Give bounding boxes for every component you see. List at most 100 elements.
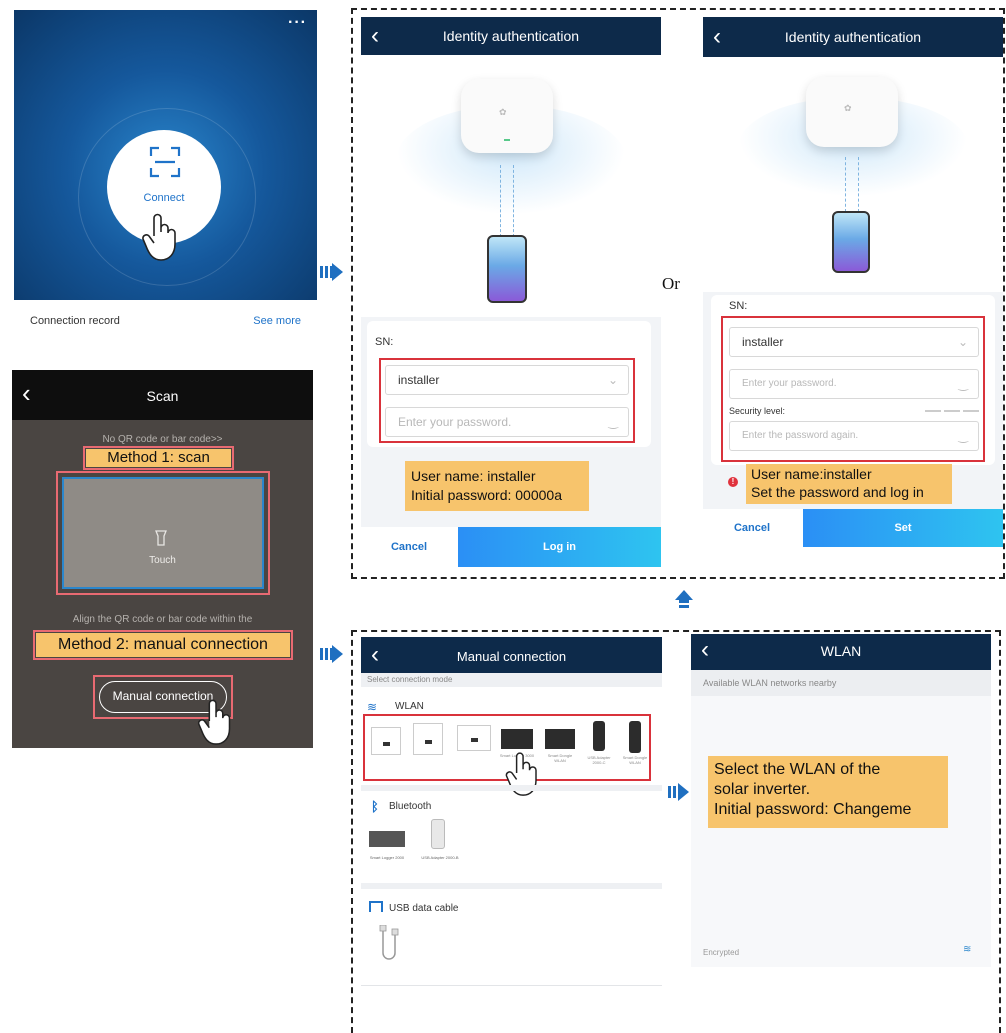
- bt-device[interactable]: [369, 831, 405, 847]
- hand-pointer-icon: [197, 699, 231, 745]
- wlan-device[interactable]: [545, 729, 575, 749]
- auth-title: Identity authentication: [442, 28, 580, 44]
- device-logo-icon: ✿: [499, 107, 507, 117]
- section-divider: [361, 883, 662, 889]
- cancel-button[interactable]: Cancel: [703, 509, 801, 547]
- scan-screen: ‹ Scan No QR code or bar code>> Method 1…: [12, 370, 313, 748]
- link-line: [513, 165, 514, 237]
- connect-label: Connect: [143, 192, 185, 204]
- wifi-signal-icon[interactable]: ≋: [963, 944, 971, 955]
- auth-navbar: ‹ Identity authentication: [361, 17, 661, 55]
- wlan-callout: Select the WLAN of the solar inverter. I…: [708, 756, 948, 828]
- wlan-device[interactable]: [629, 721, 641, 753]
- phone-image: [832, 211, 870, 273]
- wlan-navbar: ‹ WLAN: [691, 634, 991, 670]
- bluetooth-icon: ᛒ: [371, 799, 379, 814]
- username-field[interactable]: installer ⌄: [385, 365, 629, 395]
- set-password-callout: User name:installer Set the password and…: [746, 464, 952, 504]
- arrow-right-icon: [332, 263, 343, 281]
- username-field[interactable]: installer ⌄: [729, 327, 979, 357]
- connect-screen: ··· Connect Connection record See more: [14, 10, 317, 337]
- wifi-icon: ≋: [367, 700, 378, 714]
- chevron-down-icon[interactable]: ⌄: [608, 366, 618, 394]
- touch-label: Touch: [149, 555, 176, 566]
- section-divider: [361, 985, 662, 986]
- wlan-screen: ‹ WLAN Available WLAN networks nearby Se…: [691, 634, 991, 967]
- warning-icon: !: [728, 477, 738, 487]
- scan-frame-icon: [149, 146, 181, 178]
- hand-pointer-icon: [142, 213, 176, 261]
- manual-navbar: ‹ Manual connection: [361, 637, 662, 673]
- phone-image: [487, 235, 527, 303]
- connection-record-label: Connection record: [30, 315, 120, 327]
- see-more-link[interactable]: See more: [253, 315, 301, 327]
- encrypted-label: Encrypted: [703, 948, 740, 957]
- login-credentials-callout: User name: installer Initial password: 0…: [405, 461, 589, 511]
- manual-title: Manual connection: [456, 649, 567, 664]
- chevron-down-icon[interactable]: ⌄: [958, 328, 968, 356]
- password-placeholder: Enter your password.: [398, 415, 512, 429]
- login-button[interactable]: Log in: [458, 527, 661, 567]
- link-line: [500, 165, 501, 237]
- set-button[interactable]: Set: [803, 509, 1003, 547]
- or-label: Or: [662, 274, 680, 293]
- callout-line: Set the password and log in: [751, 484, 924, 500]
- bt-device[interactable]: [431, 819, 445, 849]
- callout-line: Initial password: 00000a: [411, 487, 562, 503]
- align-hint: Align the QR code or bar code within the: [72, 614, 253, 625]
- eye-toggle-icon[interactable]: ‿: [958, 422, 968, 450]
- flashlight-icon[interactable]: [154, 530, 168, 546]
- sn-label: SN:: [729, 300, 748, 312]
- password-field[interactable]: Enter your password. ‿: [729, 369, 979, 399]
- usb-label: USB data cable: [389, 903, 459, 914]
- section-divider: [361, 785, 662, 791]
- callout-line: User name:installer: [751, 466, 872, 482]
- confirm-password-field[interactable]: Enter the password again. ‿: [729, 421, 979, 451]
- eye-toggle-icon[interactable]: ‿: [958, 370, 968, 398]
- bt-device-label: Smart Logger 2000: [369, 855, 405, 860]
- wlan-subtitle: Available WLAN networks nearby: [703, 678, 837, 688]
- wlan-device-label: Smart Dongle WLAN: [622, 755, 648, 765]
- password-field[interactable]: Enter your password. ‿: [385, 407, 629, 437]
- eye-toggle-icon[interactable]: ‿: [608, 408, 618, 436]
- auth-illustration: ✿: [703, 57, 1003, 292]
- method2-callout: Method 2: manual connection: [36, 633, 290, 657]
- callout-line: User name: installer: [411, 468, 536, 484]
- sn-label: SN:: [375, 336, 394, 348]
- wlan-device-label: USB Adapter 2000-C: [587, 755, 611, 765]
- arrow-stem: [320, 266, 332, 278]
- arrow-up-icon: [673, 590, 695, 614]
- no-code-hint[interactable]: No QR code or bar code>>: [12, 434, 313, 445]
- dongle-device: ✿: [461, 79, 553, 153]
- more-dots-icon[interactable]: ···: [288, 14, 307, 32]
- wlan-title: WLAN: [820, 643, 862, 659]
- wlan-device[interactable]: [371, 727, 401, 755]
- wlan-label: WLAN: [395, 701, 424, 712]
- wlan-device[interactable]: [457, 725, 491, 751]
- wlan-device[interactable]: [413, 723, 443, 755]
- callout-line: Select the WLAN of the: [714, 761, 881, 778]
- arrow-right-icon: [678, 783, 689, 801]
- password-placeholder: Enter your password.: [742, 378, 837, 389]
- dongle-device: ✿: [806, 77, 898, 147]
- confirm-password-placeholder: Enter the password again.: [742, 430, 859, 441]
- device-logo-icon: ✿: [844, 103, 852, 113]
- manual-connection-screen: ‹ Manual connection Select connection mo…: [361, 637, 662, 1017]
- auth-illustration: ✿: [361, 55, 661, 317]
- auth-navbar: ‹ Identity authentication: [703, 17, 1003, 57]
- usb-icon: [369, 901, 383, 912]
- wlan-device[interactable]: [593, 721, 605, 751]
- wlan-device-label: Smart Dongle WLAN: [547, 753, 573, 763]
- usb-cable-image[interactable]: [377, 925, 401, 963]
- security-level-label: Security level:: [729, 406, 786, 416]
- cancel-button[interactable]: Cancel: [361, 527, 457, 567]
- arrow-stem: [668, 786, 678, 798]
- callout-line: Initial password: Changeme: [714, 801, 912, 818]
- mode-label: Select connection mode: [367, 675, 453, 684]
- username-value: installer: [742, 335, 784, 349]
- link-line: [845, 157, 846, 212]
- wlan-device[interactable]: [501, 729, 533, 749]
- link-line: [858, 157, 859, 212]
- bluetooth-label: Bluetooth: [389, 801, 432, 812]
- bt-device-label: USB Adapter 2000-B: [421, 855, 459, 860]
